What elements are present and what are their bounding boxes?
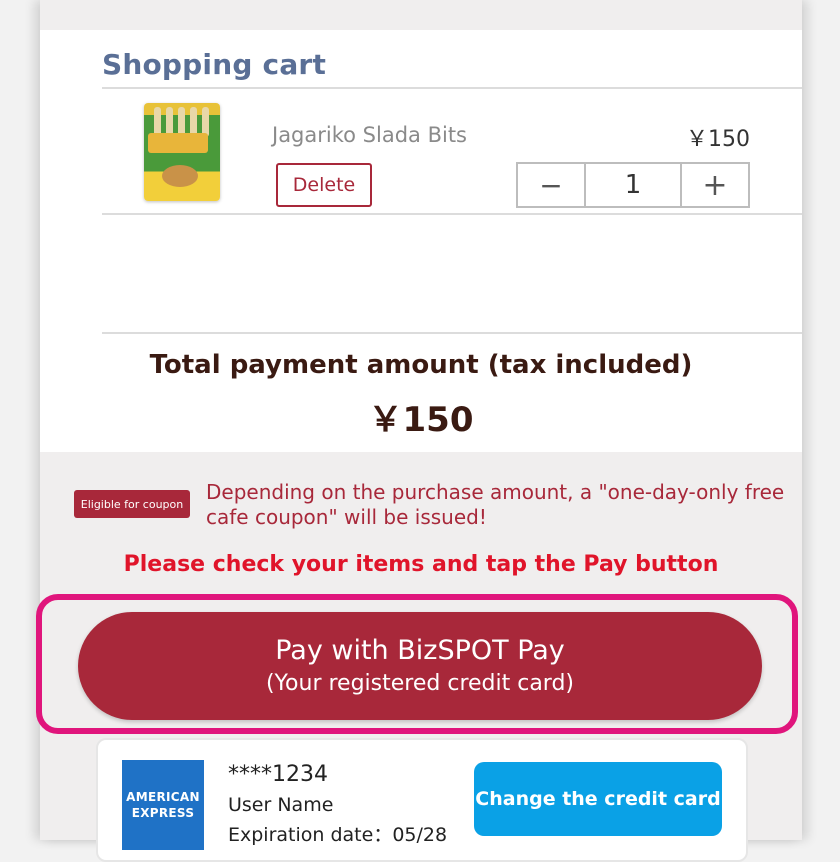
cart-card: Shopping cart Jagariko Slada Bits ￥150 D… xyxy=(40,30,802,452)
product-price: ￥150 xyxy=(686,127,750,152)
divider xyxy=(102,213,802,215)
brand-label xyxy=(148,133,208,153)
divider xyxy=(102,332,802,334)
pay-button[interactable]: Pay with BizSPOT Pay (Your registered cr… xyxy=(78,612,762,720)
change-card-button[interactable]: Change the credit card xyxy=(474,762,722,836)
section-title: Shopping cart xyxy=(102,48,327,81)
quantity-stepper: − 1 + xyxy=(516,162,750,208)
product-image xyxy=(144,103,220,201)
app-frame: Shopping cart Jagariko Slada Bits ￥150 D… xyxy=(36,0,802,862)
top-strip xyxy=(40,0,802,8)
card-expiration: Expiration date：05/28 xyxy=(228,824,448,846)
coupon-badge: Eligible for coupon xyxy=(74,490,190,518)
potato-graphic xyxy=(162,165,198,187)
card-number: ****1234 xyxy=(228,762,328,787)
pay-notice: Please check your items and tap the Pay … xyxy=(123,552,719,577)
quantity-value[interactable]: 1 xyxy=(586,164,682,206)
amex-logo-icon: AMERICAN EXPRESS xyxy=(122,760,204,850)
credit-card-panel: AMERICAN EXPRESS ****1234 User Name Expi… xyxy=(96,738,748,862)
decrement-button[interactable]: − xyxy=(518,164,586,206)
pay-button-sublabel: (Your registered credit card) xyxy=(265,671,575,696)
amex-logo-line1: AMERICAN xyxy=(126,790,200,804)
total-value: ￥150 xyxy=(368,400,474,440)
total-label: Total payment amount (tax included) xyxy=(149,350,693,380)
coupon-text: Depending on the purchase amount, a "one… xyxy=(206,480,785,529)
delete-button[interactable]: Delete xyxy=(276,163,372,207)
divider xyxy=(102,87,802,89)
product-name: Jagariko Slada Bits xyxy=(272,123,467,147)
pay-button-label: Pay with BizSPOT Pay xyxy=(275,635,565,666)
amex-logo-line2: EXPRESS xyxy=(131,806,195,820)
increment-button[interactable]: + xyxy=(682,164,748,206)
card-user-name: User Name xyxy=(228,794,334,816)
